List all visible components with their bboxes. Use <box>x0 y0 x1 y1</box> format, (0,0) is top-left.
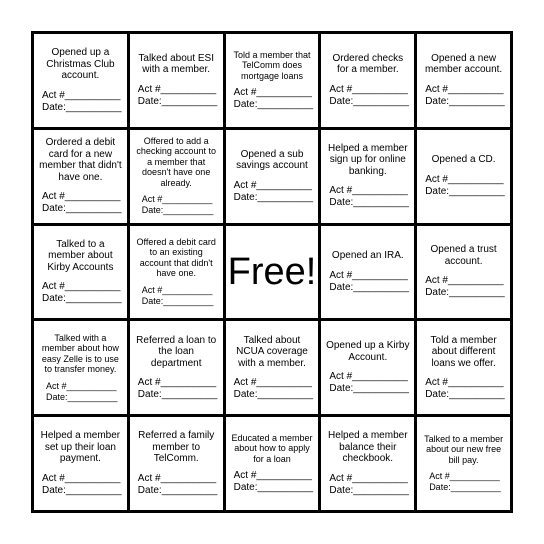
cell-task: Ordered a debit card for a new member th… <box>39 137 122 183</box>
act-number-field[interactable]: Act #__________ <box>421 84 503 96</box>
act-number-field[interactable]: Act #__________ <box>325 473 407 485</box>
cell-task: Talked about NCUA coverage with a member… <box>236 334 308 369</box>
bingo-cell[interactable]: Helped a member balance their checkbook.… <box>321 417 415 510</box>
act-number-field[interactable]: Act #__________ <box>421 471 500 482</box>
act-number-field[interactable]: Act #__________ <box>230 87 312 99</box>
bingo-cell[interactable]: Educated a member about how to apply for… <box>225 417 319 510</box>
free-space-label: Free! <box>227 250 317 293</box>
act-number-field[interactable]: Act #__________ <box>134 473 216 485</box>
date-field[interactable]: Date:__________ <box>134 389 218 401</box>
date-field[interactable]: Date:__________ <box>38 203 122 215</box>
cell-task: Referred a loan to the loan department <box>136 334 217 369</box>
cell-task: Opened a trust account. <box>430 244 497 267</box>
date-field[interactable]: Date:__________ <box>421 287 505 299</box>
cell-task: Opened an IRA. <box>331 250 404 262</box>
act-number-field[interactable]: Act #__________ <box>230 180 312 192</box>
act-number-field[interactable]: Act #__________ <box>325 270 407 282</box>
date-field[interactable]: Date:__________ <box>325 96 409 108</box>
bingo-cell[interactable]: Told a member that TelComm does mortgage… <box>225 34 319 127</box>
cell-task: Ordered checks for a member. <box>332 52 404 76</box>
cell-task: Helped a member balance their checkbook. <box>328 430 408 465</box>
date-field[interactable]: Date:__________ <box>38 485 122 497</box>
act-number-field[interactable]: Act #__________ <box>421 377 503 389</box>
cell-task: Helped a member set up their loan paymen… <box>40 430 121 465</box>
cell-task: Offered to add a checking account to a m… <box>136 135 216 188</box>
free-space-cell[interactable]: Free! <box>225 225 319 319</box>
date-field[interactable]: Date:__________ <box>230 192 314 204</box>
act-number-field[interactable]: Act #__________ <box>325 371 407 383</box>
act-number-field[interactable]: Act #__________ <box>38 473 120 485</box>
cell-task: Talked about ESI with a member. <box>138 52 214 76</box>
bingo-cell[interactable]: Opened a sub savings account Act #______… <box>225 129 319 223</box>
act-number-field[interactable]: Act #__________ <box>38 90 120 102</box>
bingo-cell[interactable]: Talked to a member about Kirby Accounts … <box>34 225 127 319</box>
date-field[interactable]: Date:__________ <box>325 383 409 395</box>
act-number-field[interactable]: Act #__________ <box>325 84 407 96</box>
cell-task: Talked to a member about Kirby Accounts <box>47 238 114 273</box>
bingo-cell[interactable]: Talked about ESI with a member. Act #___… <box>129 34 223 127</box>
date-field[interactable]: Date:__________ <box>325 197 409 209</box>
date-field[interactable]: Date:__________ <box>421 96 505 108</box>
bingo-cell[interactable]: Talked with a member about how easy Zell… <box>34 321 127 415</box>
cell-task: Referred a family member to TelComm. <box>138 430 215 465</box>
act-number-field[interactable]: Act #__________ <box>325 185 407 197</box>
date-field[interactable]: Date:__________ <box>134 96 218 108</box>
bingo-cell[interactable]: Opened a new member account. Act #______… <box>417 34 510 127</box>
act-number-field[interactable]: Act #__________ <box>38 381 117 392</box>
act-number-field[interactable]: Act #__________ <box>38 191 120 203</box>
act-number-field[interactable]: Act #__________ <box>134 84 216 96</box>
date-field[interactable]: Date:__________ <box>230 482 314 494</box>
cell-task: Opened a sub savings account <box>236 148 308 172</box>
bingo-cell[interactable]: Opened an IRA. Act #__________ Date:____… <box>321 225 415 319</box>
date-field[interactable]: Date:__________ <box>38 102 122 114</box>
cell-task: Helped a member sign up for online banki… <box>328 142 408 177</box>
act-number-field[interactable]: Act #__________ <box>230 470 312 482</box>
date-field[interactable]: Date:__________ <box>134 296 214 307</box>
bingo-cell[interactable]: Helped a member sign up for online banki… <box>321 129 415 223</box>
cell-task: Opened up a Christmas Club account. <box>46 47 115 82</box>
act-number-field[interactable]: Act #__________ <box>134 194 213 205</box>
date-field[interactable]: Date:__________ <box>421 186 505 198</box>
cell-task: Told a member about different loans we o… <box>430 334 497 369</box>
act-number-field[interactable]: Act #__________ <box>38 281 120 293</box>
date-field[interactable]: Date:__________ <box>230 99 314 111</box>
cell-task: Told a member that TelComm does mortgage… <box>233 49 311 81</box>
cell-task: Talked to a member about our new free bi… <box>424 433 504 465</box>
act-number-field[interactable]: Act #__________ <box>134 285 213 296</box>
bingo-card: Opened up a Christmas Club account. Act … <box>31 31 513 513</box>
bingo-cell[interactable]: Offered to add a checking account to a m… <box>129 129 223 223</box>
date-field[interactable]: Date:__________ <box>134 485 218 497</box>
date-field[interactable]: Date:__________ <box>421 482 501 493</box>
date-field[interactable]: Date:__________ <box>38 293 122 305</box>
date-field[interactable]: Date:__________ <box>230 389 314 401</box>
bingo-cell[interactable]: Opened a CD. Act #__________ Date:______… <box>417 129 510 223</box>
cell-task: Talked with a member about how easy Zell… <box>41 332 119 375</box>
bingo-cell[interactable]: Ordered checks for a member. Act #______… <box>321 34 415 127</box>
date-field[interactable]: Date:__________ <box>421 389 505 401</box>
bingo-cell[interactable]: Opened a trust account. Act #__________ … <box>417 225 510 319</box>
date-field[interactable]: Date:__________ <box>134 205 214 216</box>
act-number-field[interactable]: Act #__________ <box>134 377 216 389</box>
bingo-cell[interactable]: Helped a member set up their loan paymen… <box>34 417 127 510</box>
act-number-field[interactable]: Act #__________ <box>421 174 503 186</box>
bingo-cell[interactable]: Offered a debit card to an existing acco… <box>129 225 223 319</box>
cell-task: Opened up a Kirby Account. <box>326 340 410 363</box>
act-number-field[interactable]: Act #__________ <box>230 377 312 389</box>
cell-task: Offered a debit card to an existing acco… <box>136 236 216 279</box>
cell-task: Opened a CD. <box>431 154 496 166</box>
bingo-cell[interactable]: Referred a loan to the loan department A… <box>129 321 223 415</box>
act-number-field[interactable]: Act #__________ <box>421 275 503 287</box>
date-field[interactable]: Date:__________ <box>325 282 409 294</box>
cell-task: Educated a member about how to apply for… <box>231 432 313 464</box>
date-field[interactable]: Date:__________ <box>38 392 118 403</box>
bingo-cell[interactable]: Told a member about different loans we o… <box>417 321 510 415</box>
bingo-cell[interactable]: Talked about NCUA coverage with a member… <box>225 321 319 415</box>
bingo-cell[interactable]: Opened up a Christmas Club account. Act … <box>34 34 127 127</box>
bingo-cell[interactable]: Ordered a debit card for a new member th… <box>34 129 127 223</box>
bingo-cell[interactable]: Talked to a member about our new free bi… <box>417 417 510 510</box>
bingo-cell[interactable]: Opened up a Kirby Account. Act #________… <box>321 321 415 415</box>
cell-task: Opened a new member account. <box>424 52 503 76</box>
date-field[interactable]: Date:__________ <box>325 485 409 497</box>
bingo-cell[interactable]: Referred a family member to TelComm. Act… <box>129 417 223 510</box>
